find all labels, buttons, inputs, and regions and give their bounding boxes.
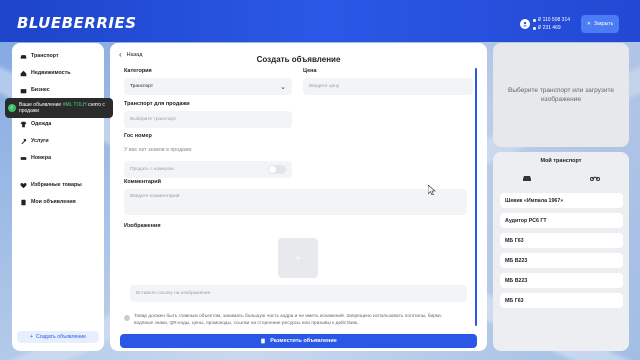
price-label: Цена: [303, 68, 317, 74]
tab-cars[interactable]: [517, 173, 537, 183]
sidebar-item-clothes[interactable]: Одежда: [20, 119, 51, 129]
list-icon: [21, 199, 26, 205]
category-select[interactable]: Транспорт ⌄: [124, 78, 292, 95]
service-icon: [21, 138, 27, 144]
publish-ad-label: Разместить объявление: [270, 338, 337, 344]
preview-text: Выберите транспорт или загрузите изображ…: [507, 87, 615, 103]
image-upload-box[interactable]: +: [278, 238, 318, 278]
transport-placeholder: Выберите транспорт: [130, 117, 177, 122]
sidebar-item-label: Недвижимость: [31, 70, 71, 76]
car-icon: [20, 54, 27, 59]
gos-empty-text: У вас нет знаков в продаже: [124, 147, 192, 153]
balance-primary: ₽ 110 508 314: [538, 17, 571, 23]
heart-icon: [20, 182, 27, 188]
document-icon: [261, 338, 266, 344]
image-preview: Выберите транспорт или загрузите изображ…: [493, 43, 629, 147]
house-icon: [20, 70, 27, 76]
images-label: Изображения: [124, 223, 161, 229]
vehicle-item[interactable]: Аудитор РС6 ГТ: [500, 213, 623, 228]
coin-icon: [533, 18, 536, 22]
category-value: Транспорт: [130, 84, 154, 89]
image-rules-info: Товар должен быть главным объектом, зани…: [124, 314, 454, 327]
plus-icon: +: [29, 334, 33, 340]
chevron-down-icon: ⌄: [280, 84, 286, 91]
sidebar-item-label: Одежда: [31, 121, 52, 127]
user-balance: ₽ 110 508 314 ₽ 231 469: [520, 12, 578, 36]
sidebar-item-favorites[interactable]: Избранные товары: [20, 180, 82, 190]
form-scrollbar[interactable]: [475, 68, 477, 326]
car-icon: [523, 176, 531, 181]
transport-select[interactable]: Выберите транспорт: [124, 111, 292, 128]
sidebar-item-services[interactable]: Услуги: [20, 136, 49, 146]
balance-secondary: ₽ 231 469: [538, 25, 561, 31]
price-input[interactable]: Введите цену: [303, 78, 473, 95]
top-bar: BLUEBERRIES ₽ 110 508 314 ₽ 231 469 ✕ За…: [0, 0, 640, 42]
sell-with-plate-toggle[interactable]: [268, 165, 286, 174]
close-icon: ✕: [586, 21, 591, 27]
vehicle-item[interactable]: МБ В223: [500, 273, 623, 288]
publish-ad-button[interactable]: Разместить объявление: [120, 334, 477, 348]
toast-highlight: #ML TOLH: [62, 102, 87, 108]
category-label: Категория: [124, 68, 152, 74]
sidebar-item-plates[interactable]: Номера: [20, 153, 51, 163]
sell-with-plate-label: Продать с номером: [130, 167, 174, 172]
logo: BLUEBERRIES: [17, 14, 137, 32]
sidebar-item-label: Услуги: [31, 138, 49, 144]
transport-label: Транспорт для продажи: [124, 101, 190, 107]
avatar-icon: [520, 19, 530, 29]
sidebar-item-label: Мои объявления: [31, 199, 76, 205]
sidebar-item-label: Бизнес: [31, 87, 50, 93]
image-rules-text: Товар должен быть главным объектом, зани…: [134, 314, 443, 326]
vehicle-item[interactable]: МБ Г63: [500, 293, 623, 308]
plus-icon: +: [295, 253, 301, 263]
sidebar-item-label: Избранные товары: [31, 182, 82, 188]
shirt-icon: [20, 121, 27, 127]
coin-icon: [533, 26, 536, 30]
vehicle-item[interactable]: Шевик «Импала 1967»: [500, 193, 623, 208]
price-placeholder: Введите цену: [309, 84, 340, 89]
vehicle-item[interactable]: МБ Г63: [500, 233, 623, 248]
tab-motorcycles[interactable]: [585, 173, 605, 183]
create-ad-form: ‹ Назад Создать объявление Категория Тра…: [110, 43, 487, 351]
notification-toast: ✓ Ваше объявление #ML TOLH снято с прода…: [5, 98, 113, 118]
sidebar-item-label: Транспорт: [31, 53, 59, 59]
info-icon: [124, 315, 130, 321]
sidebar-item-business[interactable]: Бизнес: [20, 85, 50, 95]
mouse-cursor-icon: [428, 185, 436, 195]
page-title: Создать объявление: [256, 55, 341, 64]
sidebar-item-realty[interactable]: Недвижимость: [20, 68, 70, 78]
sidebar-item-label: Номера: [31, 155, 52, 161]
sidebar: Транспорт Недвижимость Бизнес Одежда Усл…: [12, 43, 104, 351]
image-url-placeholder: Вставьте ссылку на изображение: [136, 291, 211, 296]
vehicle-item[interactable]: МБ В223: [500, 253, 623, 268]
my-transport-title: Мой транспорт: [540, 158, 582, 164]
my-transport-panel: Мой транспорт Шевик «Импала 1967» Аудито…: [493, 152, 629, 351]
motorcycle-icon: [590, 176, 600, 181]
sidebar-item-transport[interactable]: Транспорт: [20, 51, 59, 61]
close-button[interactable]: ✕ Закрыть: [581, 15, 619, 33]
close-label: Закрыть: [593, 21, 614, 27]
comment-label: Комментарий: [124, 179, 162, 185]
sidebar-item-my-ads[interactable]: Мои объявления: [20, 197, 76, 207]
gos-number-label: Гос номер: [124, 133, 152, 139]
comment-placeholder: Введите комментарий: [130, 194, 180, 199]
create-ad-label: Создать объявление: [35, 334, 87, 340]
comment-textarea[interactable]: Введите комментарий: [124, 189, 467, 215]
image-url-input[interactable]: Вставьте ссылку на изображение: [130, 285, 467, 302]
sell-with-plate-toggle-row[interactable]: Продать с номером: [124, 161, 292, 178]
business-icon: [20, 88, 27, 93]
check-icon: ✓: [8, 104, 16, 112]
create-ad-button[interactable]: + Создать объявление: [17, 331, 99, 343]
plate-icon: [20, 156, 27, 160]
